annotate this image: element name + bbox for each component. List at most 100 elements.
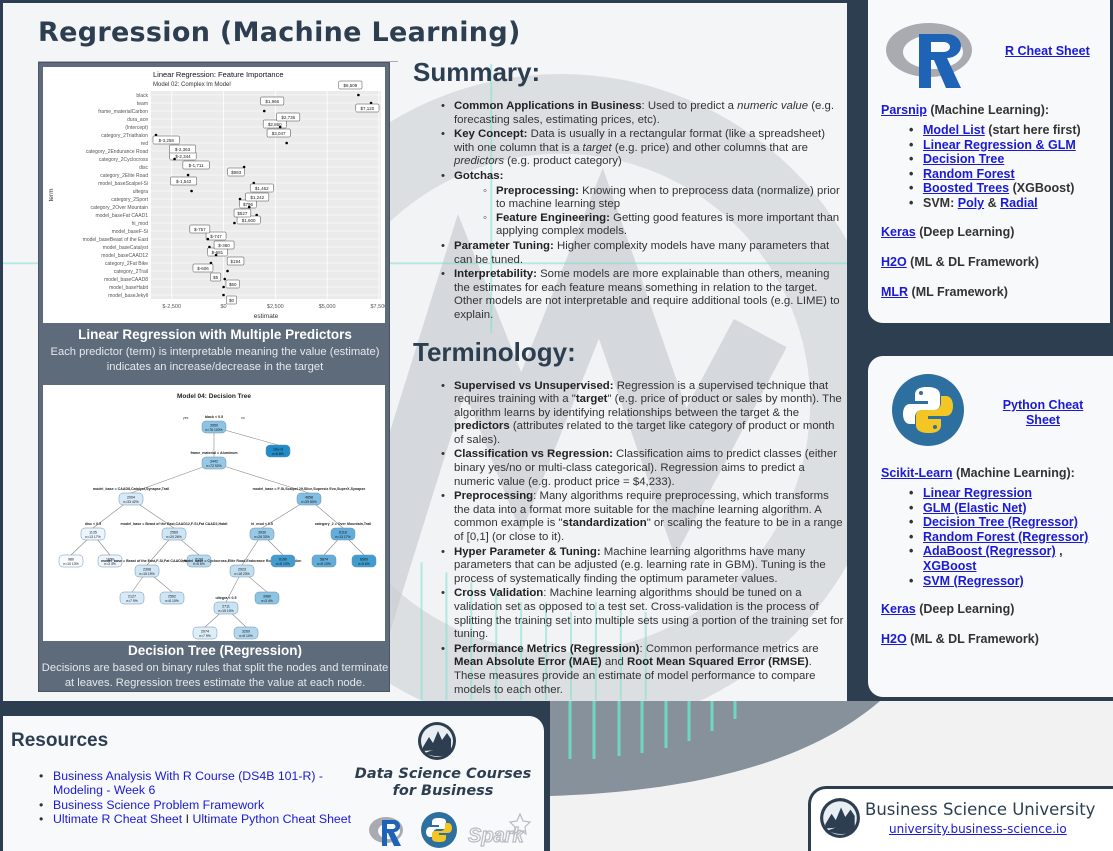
python-cheat-sheet-link[interactable]: Python Cheat Sheet <box>998 398 1088 428</box>
bsu-logo-icon <box>418 722 456 760</box>
py-xgboost-link[interactable]: XGBoost <box>923 559 976 573</box>
py-glm-link[interactable]: GLM (Elastic Net) <box>923 501 1027 515</box>
tree-title: Model 04: Decision Tree <box>177 393 251 400</box>
text-column: Summary: Common Applications in Business… <box>413 57 845 698</box>
y-tick-label: model_baseScalpel-Si <box>98 181 148 187</box>
r-small-logo-icon <box>369 817 403 846</box>
y-tick-label: team <box>137 101 148 107</box>
data-point <box>222 293 225 297</box>
bsu-footer-logo-icon <box>820 798 860 838</box>
py-svm-link[interactable]: SVM (Regressor) <box>923 574 1024 588</box>
bspf-link[interactable]: Business Science Problem Framework <box>53 798 264 812</box>
gotchas-sublist: Preprocessing: Knowing when to preproces… <box>454 185 845 239</box>
tree-yes-label: yes <box>183 416 189 420</box>
keras-row: Keras (Deep Learning) <box>881 224 1015 239</box>
bsu-url-link[interactable]: university.business-science.io <box>889 822 1067 836</box>
ultimate-python-cheat-link[interactable]: Ultimate Python Cheat Sheet <box>192 812 351 826</box>
h2o-link[interactable]: H2O <box>881 255 907 269</box>
parsnip-item: Boosted Trees (XGBoost) <box>909 181 1109 196</box>
tree-node-count: n=3 4% <box>261 599 273 603</box>
tree-node-value: 980 <box>68 558 74 562</box>
data-label: $7,120 <box>361 106 375 111</box>
term-item: Supervised vs Unsupervised: Regression i… <box>441 380 845 448</box>
y-tick-label: category_2Elite Road <box>100 173 148 179</box>
py-random-forest-link[interactable]: Random Forest (Regressor) <box>923 530 1088 544</box>
term-item: Preprocessing: Many algorithms require p… <box>441 490 845 544</box>
x-tick-label: $5,000 <box>319 304 336 310</box>
tree-node-count: n=8 10% <box>239 634 252 638</box>
parsnip-item: SVM: Poly & Radial <box>909 196 1109 211</box>
py-linear-regression-link[interactable]: Linear Regression <box>923 486 1032 500</box>
linear-regression-glm-link[interactable]: Linear Regression & GLM <box>923 138 1076 152</box>
data-label: $6,509 <box>344 83 358 88</box>
svm-poly-link[interactable]: Poly <box>958 196 984 210</box>
data-label: $1,462 <box>255 186 269 191</box>
ds4b-101-course-link[interactable]: Business Analysis With R Course (DS4B 10… <box>53 769 323 797</box>
tree-node-count: n=26 33% <box>254 535 269 539</box>
data-point <box>206 237 210 241</box>
parsnip-item: Model List (start here first) <box>909 123 1109 138</box>
parsnip-link[interactable]: Parsnip <box>881 103 927 117</box>
data-label: $-360 <box>218 243 230 248</box>
y-tick-label: category_2Sport <box>111 197 148 203</box>
decision-tree-svg: black < 0.5 3950n=78 100% frame_material =… <box>58 393 377 640</box>
scikit-learn-link[interactable]: Scikit-Learn <box>881 466 953 480</box>
data-label: $-1,711 <box>189 163 204 168</box>
ultimate-r-cheat-link[interactable]: Ultimate R Cheat Sheet <box>53 812 182 826</box>
data-point <box>278 125 282 129</box>
resources-panel: Resources Business Analysis With R Cours… <box>3 713 547 851</box>
sklearn-item: Random Forest (Regressor) <box>909 530 1109 545</box>
r-logo-icon <box>886 23 972 88</box>
tree-node-value: 2562 <box>168 595 176 599</box>
data-label: $-1,542 <box>176 179 192 184</box>
y-tick-label: black <box>136 93 148 99</box>
r-cheat-sheet-link[interactable]: R Cheat Sheet <box>1005 44 1090 58</box>
tree-node-value: 6190 <box>279 558 287 562</box>
chart-caption: Linear Regression with Multiple Predicto… <box>39 327 391 375</box>
resources-list: Business Analysis With R Course (DS4B 10… <box>39 769 383 826</box>
resources-title: Resources <box>11 730 109 751</box>
data-label: $527 <box>237 211 248 216</box>
tree-caption: Decision Tree (Regression) Decisions are… <box>39 643 391 691</box>
model-list-link[interactable]: Model List <box>923 123 985 137</box>
data-point <box>190 189 193 193</box>
tree-node-count: n=18 23% <box>234 572 249 576</box>
feature-importance-svg: $-2,500 $0 $2,500 $5,000 $7,500 black $6,509 te… <box>48 70 387 320</box>
py-keras-link[interactable]: Keras <box>881 602 916 616</box>
tree-node-count: n=15 19% <box>139 572 154 576</box>
y-tick-label: ultegra <box>133 189 149 195</box>
tree-node-count: n=10 13% <box>63 562 78 566</box>
x-tick-label: $0 <box>220 304 226 310</box>
data-point <box>226 269 229 273</box>
y-tick-label: model_baseFat CAAD1 <box>95 213 148 219</box>
random-forest-link[interactable]: Random Forest <box>923 167 1015 181</box>
terminology-list: Supervised vs Unsupervised: Regression i… <box>413 380 845 698</box>
boosted-trees-link[interactable]: Boosted Trees <box>923 181 1009 195</box>
decision-tree-link[interactable]: Decision Tree <box>923 152 1004 166</box>
data-point <box>214 253 218 257</box>
y-tick-label: dura_ace <box>127 117 148 123</box>
py-h2o-row: H2O (ML & DL Framework) <box>881 632 1039 647</box>
data-point <box>247 205 251 209</box>
py-decision-tree-link[interactable]: Decision Tree (Regressor) <box>923 515 1078 529</box>
promo-text: Data Science Courses for Business <box>354 766 532 799</box>
y-tick-label: model_baseCAAD12 <box>101 253 148 259</box>
tree-node-value: 2711 <box>222 605 230 609</box>
term-item: Hyper Parameter & Tuning: Machine learni… <box>441 546 845 587</box>
y-tick-label: model_baseF-Si <box>112 229 148 235</box>
svm-radial-link[interactable]: Radial <box>1000 196 1038 210</box>
data-label: $60 <box>229 282 237 287</box>
python-logo-icon <box>892 374 964 446</box>
py-h2o-link[interactable]: H2O <box>881 632 907 646</box>
data-label: $-747 <box>210 234 222 239</box>
py-adaboost-link[interactable]: AdaBoost (Regressor) <box>923 544 1056 558</box>
tree-split-label: disc < 0.5 <box>85 522 101 526</box>
tree-caption-title: Decision Tree (Regression) <box>127 643 303 658</box>
keras-link[interactable]: Keras <box>881 225 916 239</box>
summary-list: Common Applications in Business: Used to… <box>413 100 845 323</box>
tree-node-count: n=13 17% <box>85 535 100 539</box>
chart-caption-title: Linear Regression with Multiple Predicto… <box>78 327 352 342</box>
data-label: $0 <box>229 298 235 303</box>
mlr-link[interactable]: MLR <box>881 285 908 299</box>
data-label: $993 <box>231 170 242 175</box>
